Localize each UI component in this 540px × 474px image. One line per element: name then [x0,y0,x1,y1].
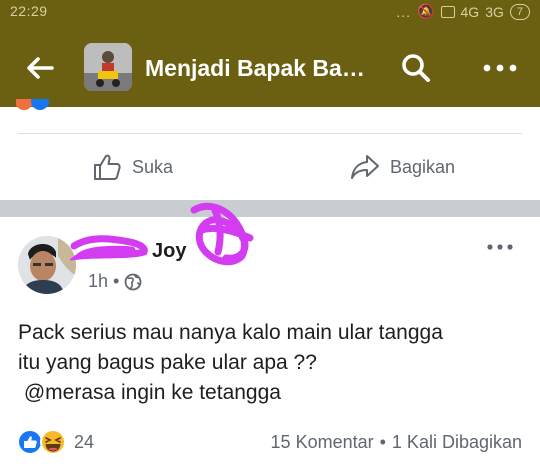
app-title: Menjadi Bapak Ba… [145,55,365,81]
avatar-photo-icon [18,236,76,294]
mute-icon: 🔕 [417,3,435,19]
post-text: Pack serius mau nanya kalo main ular tan… [18,318,528,408]
comment-share-stats[interactable]: 15 Komentar • 1 Kali Dibagikan [271,432,522,453]
status-dots: ... [396,3,412,20]
app-header: 22:29 ... 🔕 4G 3G 7 Menjadi Bapak Ba… [0,0,540,107]
share-label: Bagikan [390,156,456,177]
share-button[interactable]: Bagikan [350,146,455,188]
group-photo-icon [84,43,132,91]
group-thumbnail[interactable] [84,43,132,91]
post-text-line-3: @merasa ingin ke tetangga [18,381,281,404]
globe-icon [124,273,142,290]
search-button[interactable] [396,48,436,88]
author-name-text: Joy [152,240,187,262]
like-label: Suka [132,156,174,177]
search-icon [402,54,430,82]
status-bar: 22:29 ... 🔕 4G 3G 7 [0,0,540,24]
prev-post-reaction-icons [16,99,49,110]
post-options-button[interactable] [481,237,519,257]
status-icons: ... 🔕 4G 3G 7 [396,3,530,20]
more-dots-icon [483,64,517,72]
comment-count[interactable]: 15 Komentar [271,432,374,453]
app-bar: Menjadi Bapak Ba… [0,38,540,98]
back-button[interactable] [20,50,60,86]
stats-separator: • [379,432,386,452]
post-meta: 1h • [88,271,142,292]
share-arrow-icon [351,155,379,179]
author-avatar[interactable] [18,236,76,294]
status-time: 22:29 [10,3,48,19]
thumbs-up-icon [94,154,121,180]
vpn-icon [440,5,455,18]
feed-separator [0,200,540,217]
post-text-line-1: Pack serius mau nanya kalo main ular tan… [18,321,443,344]
prev-post-divider [18,133,522,134]
reaction-icons[interactable] [17,428,69,456]
network-3g: 3G [485,3,504,20]
more-dots-icon [487,244,513,250]
meta-separator: • [113,271,120,291]
reaction-count[interactable]: 24 [74,432,94,453]
more-options-button[interactable] [476,48,524,88]
author-name[interactable]: Joy [88,240,186,263]
battery-icon: 7 [509,3,530,20]
network-4g: 4G [460,3,480,20]
share-count[interactable]: 1 Kali Dibagikan [392,432,522,453]
post-text-line-2: itu yang bagus pake ular apa ?? [18,351,317,374]
like-button[interactable]: Suka [92,146,173,188]
back-arrow-icon [27,57,54,79]
post-time[interactable]: 1h [88,271,108,292]
